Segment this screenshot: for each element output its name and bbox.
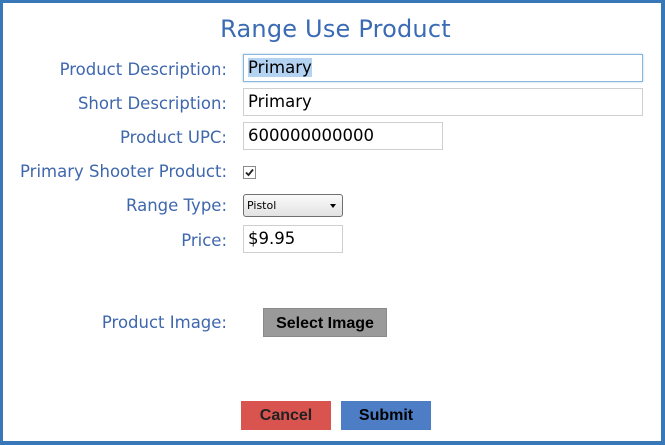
product-description-label: Product Description:	[59, 60, 227, 79]
range-type-label: Range Type:	[126, 196, 227, 215]
short-description-input[interactable]: Primary	[243, 88, 643, 116]
price-label: Price:	[181, 231, 227, 250]
dialog-title: Range Use Product	[220, 15, 451, 43]
range-type-selected: Pistol	[247, 199, 277, 212]
product-description-input[interactable]: Primary	[243, 54, 643, 82]
range-type-select[interactable]: Pistol	[243, 194, 343, 217]
product-upc-label: Product UPC:	[119, 128, 227, 147]
product-image-label: Product Image:	[101, 313, 227, 332]
range-use-product-dialog: Range Use Product Product Description: P…	[0, 0, 665, 445]
primary-shooter-product-label: Primary Shooter Product:	[20, 162, 227, 181]
cancel-button[interactable]: Cancel	[241, 401, 331, 430]
product-description-value: Primary	[248, 58, 312, 77]
primary-shooter-product-checkbox[interactable]	[243, 166, 256, 179]
select-image-button[interactable]: Select Image	[263, 308, 387, 337]
checkmark-icon	[245, 168, 254, 177]
product-upc-input[interactable]: 600000000000	[243, 122, 443, 150]
submit-button[interactable]: Submit	[341, 401, 431, 430]
dropdown-arrow-icon	[330, 204, 336, 208]
short-description-label: Short Description:	[77, 94, 227, 113]
price-input[interactable]: $9.95	[243, 225, 343, 253]
